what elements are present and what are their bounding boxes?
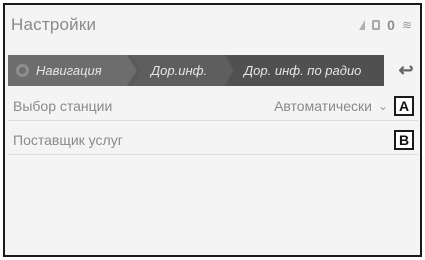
tab-navigation[interactable]: Навигация [8,55,137,86]
tab-label: Дор. инф. по радио [244,63,362,78]
station-select-value: Автоматически [274,98,372,114]
service-provider-label: Поставщик услуг [13,132,123,148]
home-icon [16,64,29,77]
wifi-icon: ≋ [401,18,412,32]
back-button[interactable]: ↩ [390,55,420,86]
header: Настройки 0 ≋ [5,5,420,45]
tab-bar: Навигация Дор.инф. Дор. инф. по радио ↩ [8,55,420,86]
station-select-row[interactable]: Выбор станции Автоматически ⌄ A [8,92,418,121]
back-icon: ↩ [398,60,414,80]
status-bar: 0 ≋ [359,17,412,33]
chevron-down-icon: ⌄ [377,99,388,113]
tab-traffic-info[interactable]: Дор.инф. [133,55,233,86]
service-provider-row[interactable]: Поставщик услуг B [8,126,418,155]
page-title: Настройки [11,15,97,34]
tab-label: Дор.инф. [151,63,208,78]
station-select-control[interactable]: Автоматически ⌄ A [274,96,418,116]
tab-label: Навигация [36,63,102,78]
tab-radio-traffic-info[interactable]: Дор. инф. по радио [226,55,384,86]
service-provider-control: B [394,130,418,150]
signal-icon [359,20,366,30]
lock-icon [372,20,381,30]
callout-label: B [394,130,414,150]
callout-label: A [394,96,414,116]
settings-screen: Настройки 0 ≋ Навигация Дор.инф. Дор. ин… [3,3,422,257]
station-select-label: Выбор станции [13,98,113,114]
status-indicator: 0 [387,17,395,33]
